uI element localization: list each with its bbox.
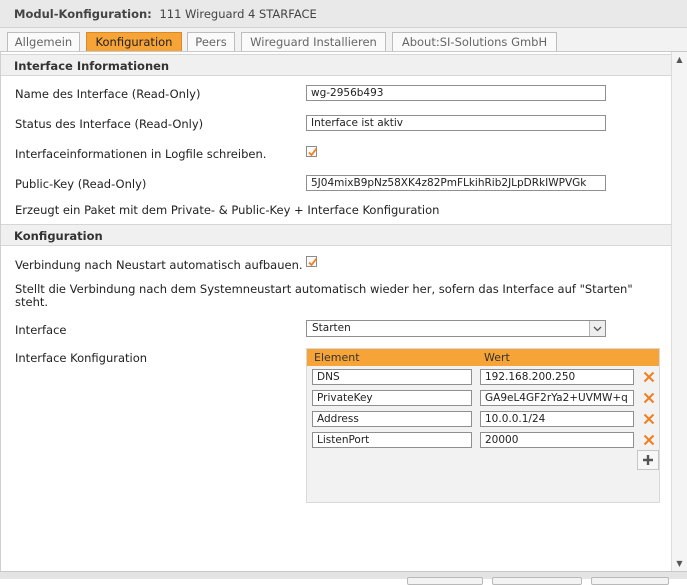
column-header-element: Element bbox=[314, 351, 360, 364]
add-row-button[interactable] bbox=[637, 450, 659, 470]
tab-peers[interactable]: Peers bbox=[187, 32, 235, 51]
table-cell-element[interactable]: Address bbox=[312, 411, 472, 427]
tab-wireguard-installieren[interactable]: Wireguard Installieren bbox=[241, 32, 386, 51]
dialog-button[interactable] bbox=[492, 577, 582, 585]
table-cell-wert[interactable]: 192.168.200.250 bbox=[480, 369, 634, 385]
tab-bar: Allgemein Konfiguration Peers Wireguard … bbox=[0, 28, 687, 52]
interface-status-label: Status des Interface (Read-Only) bbox=[15, 117, 204, 131]
config-panel: Interface Informationen Name des Interfa… bbox=[0, 52, 672, 571]
interface-status-field[interactable]: Interface ist aktiv bbox=[306, 115, 606, 131]
dialog-button[interactable] bbox=[591, 577, 669, 585]
dialog-button-bar bbox=[0, 571, 687, 585]
window-title-module: 111 Wireguard 4 STARFACE bbox=[159, 7, 317, 21]
window-titlebar: Modul-Konfiguration: 111 Wireguard 4 STA… bbox=[0, 0, 687, 28]
delete-row-icon[interactable] bbox=[643, 371, 655, 383]
logfile-label: Interfaceinformationen in Logfile schrei… bbox=[15, 147, 267, 161]
tab-konfiguration[interactable]: Konfiguration bbox=[86, 32, 182, 51]
autoconnect-checkbox[interactable] bbox=[306, 256, 318, 267]
table-cell-element[interactable]: PrivateKey bbox=[312, 390, 472, 406]
interface-state-label: Interface bbox=[15, 323, 67, 337]
scroll-down-icon[interactable]: ▼ bbox=[675, 559, 684, 568]
table-header: Element Wert bbox=[307, 349, 659, 366]
vertical-scrollbar[interactable]: ▲ ▼ bbox=[671, 52, 687, 571]
autoconnect-description: Stellt die Verbindung nach dem Systemneu… bbox=[15, 282, 633, 309]
section-header-interface-info: Interface Informationen bbox=[1, 54, 672, 76]
check-icon bbox=[308, 147, 318, 157]
delete-row-icon[interactable] bbox=[643, 392, 655, 404]
public-key-label: Public-Key (Read-Only) bbox=[15, 177, 147, 191]
plus-icon bbox=[643, 455, 653, 465]
table-cell-wert[interactable]: 10.0.0.1/24 bbox=[480, 411, 634, 427]
interface-state-select[interactable]: Starten bbox=[306, 320, 606, 337]
interface-name-label: Name des Interface (Read-Only) bbox=[15, 87, 201, 101]
table-cell-wert[interactable]: 20000 bbox=[480, 432, 634, 448]
scroll-up-icon[interactable]: ▲ bbox=[675, 55, 684, 64]
tab-allgemein[interactable]: Allgemein bbox=[7, 32, 80, 51]
interface-config-label: Interface Konfiguration bbox=[15, 351, 148, 365]
delete-row-icon[interactable] bbox=[643, 434, 655, 446]
tab-about[interactable]: About:SI-Solutions GmbH bbox=[392, 32, 557, 51]
interface-name-field[interactable]: wg-2956b493 bbox=[306, 85, 606, 101]
package-note: Erzeugt ein Paket mit dem Private- & Pub… bbox=[15, 203, 440, 217]
dialog-button[interactable] bbox=[407, 577, 483, 585]
table-cell-element[interactable]: DNS bbox=[312, 369, 472, 385]
chevron-down-icon[interactable] bbox=[589, 321, 605, 336]
check-icon bbox=[308, 257, 318, 267]
column-header-wert: Wert bbox=[484, 351, 510, 364]
logfile-checkbox[interactable] bbox=[306, 146, 318, 157]
public-key-field[interactable]: 5J04mixB9pNz58XK4z82PmFLkihRib2JLpDRkIWP… bbox=[306, 175, 606, 191]
window-title-label: Modul-Konfiguration: bbox=[14, 7, 152, 21]
table-cell-wert[interactable]: GA9eL4GF2rYa2+UVMW+q bbox=[480, 390, 634, 406]
delete-row-icon[interactable] bbox=[643, 413, 655, 425]
interface-state-value: Starten bbox=[312, 322, 351, 334]
section-header-konfiguration: Konfiguration bbox=[1, 224, 672, 246]
autoconnect-label: Verbindung nach Neustart automatisch auf… bbox=[15, 258, 303, 272]
interface-config-table: Element Wert DNS 192.168.200.250 Private… bbox=[306, 348, 660, 503]
table-cell-element[interactable]: ListenPort bbox=[312, 432, 472, 448]
